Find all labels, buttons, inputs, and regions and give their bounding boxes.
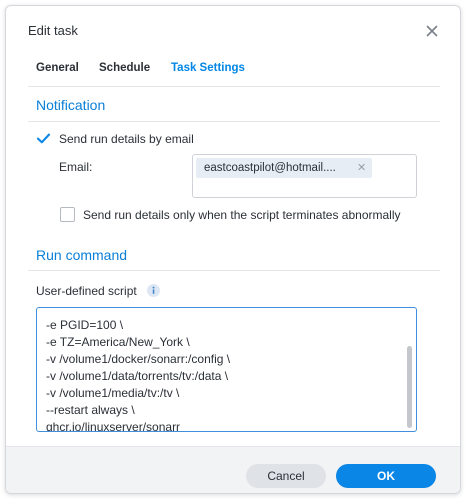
script-line: --restart always \ <box>46 403 135 417</box>
edit-task-dialog: Edit task General Schedule Task Settings… <box>5 5 461 494</box>
script-line: -v /volume1/media/tv:/tv \ <box>46 386 180 400</box>
tab-bar: General Schedule Task Settings <box>6 62 460 84</box>
tab-general[interactable]: General <box>36 62 79 74</box>
script-line-text: -e TZ=America/New_York \ <box>46 335 190 349</box>
email-chip: eastcoastpilot@hotmail.... ✕ <box>196 158 372 178</box>
script-line: ghcr.io/linuxserver/sonarr <box>46 420 181 432</box>
notification-section-title: Notification <box>36 97 106 113</box>
script-line: -e TZ=America/New_York \ <box>46 334 230 351</box>
send-email-checkbox[interactable] <box>36 131 51 146</box>
info-icon[interactable] <box>147 284 160 297</box>
script-scrollbar[interactable] <box>407 346 412 428</box>
script-line: -v /volume1/data/torrents/tv:/data \ <box>46 369 229 383</box>
ok-button[interactable]: OK <box>336 464 436 488</box>
script-line: -v /volume1/docker/sonarr:/config \ <box>46 352 231 366</box>
abnormal-only-label: Send run details only when the script te… <box>83 208 401 222</box>
run-command-divider <box>28 270 440 271</box>
email-label: Email: <box>59 160 93 174</box>
dialog-title: Edit task <box>28 23 78 38</box>
tabs-divider <box>28 86 440 87</box>
remove-chip-icon[interactable]: ✕ <box>357 162 366 174</box>
email-chip-text: eastcoastpilot@hotmail.... <box>204 162 336 174</box>
abnormal-only-checkbox[interactable] <box>60 207 75 222</box>
close-icon[interactable] <box>423 22 441 40</box>
cancel-button[interactable]: Cancel <box>246 464 326 488</box>
tab-task-settings[interactable]: Task Settings <box>171 62 245 74</box>
script-lines: -e PGID=100 \ -e TZ=America/New_York \ -… <box>46 317 231 432</box>
tab-schedule[interactable]: Schedule <box>99 62 150 74</box>
dialog-footer: Cancel OK <box>6 446 460 493</box>
script-label: User-defined script <box>36 284 137 298</box>
script-line: -e PGID=100 \ <box>46 318 124 332</box>
notification-divider <box>28 121 440 122</box>
run-command-section-title: Run command <box>36 247 128 263</box>
checkmark-icon <box>36 133 51 144</box>
script-textarea[interactable]: -e PGID=100 \ -e TZ=America/New_York \ -… <box>36 307 417 432</box>
send-email-label: Send run details by email <box>59 132 194 146</box>
dialog-titlebar: Edit task <box>6 6 460 56</box>
email-field[interactable]: eastcoastpilot@hotmail.... ✕ <box>192 154 417 198</box>
